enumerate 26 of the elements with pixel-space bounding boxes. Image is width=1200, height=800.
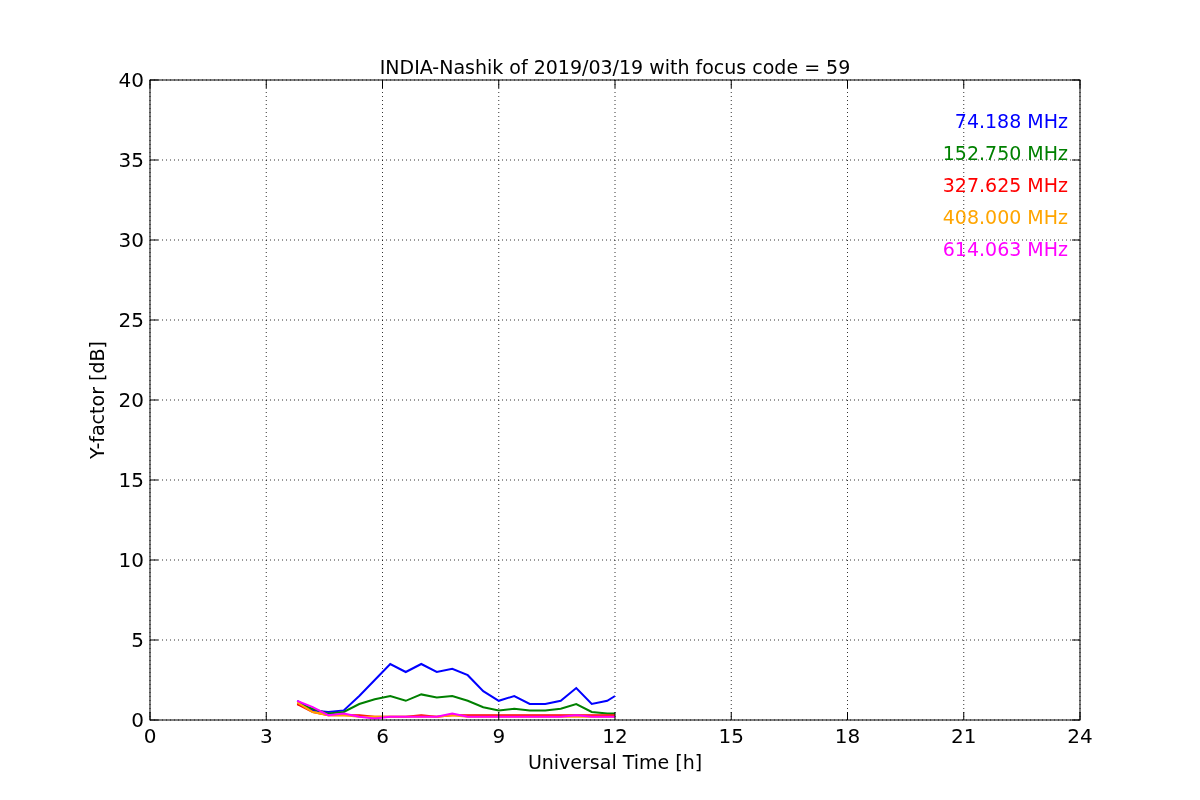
x-tick-label: 12 xyxy=(602,724,628,748)
legend-label: 614.063 MHz xyxy=(942,238,1068,260)
x-tick-label: 6 xyxy=(376,724,389,748)
legend-label: 152.750 MHz xyxy=(942,142,1068,164)
y-tick-label: 25 xyxy=(118,308,144,332)
x-tick-label: 9 xyxy=(492,724,506,748)
legend-label: 327.625 MHz xyxy=(942,174,1068,196)
x-tick-label: 21 xyxy=(951,724,977,748)
y-tick-label: 35 xyxy=(118,148,144,172)
y-tick-label: 5 xyxy=(131,628,144,652)
x-tick-label: 18 xyxy=(834,724,861,748)
legend-label: 408.000 MHz xyxy=(942,206,1068,228)
y-tick-label: 0 xyxy=(131,708,144,732)
legend-label: 74.188 MHz xyxy=(954,110,1068,132)
y-tick-label: 30 xyxy=(118,228,144,252)
y-tick-label: 40 xyxy=(118,68,144,92)
x-tick-label: 3 xyxy=(259,724,273,748)
y-tick-label: 20 xyxy=(118,388,144,412)
y-tick-label: 10 xyxy=(118,548,144,572)
y-axis-label: Y-factor [dB] xyxy=(86,341,108,459)
x-tick-label: 15 xyxy=(718,724,744,748)
x-tick-label: 0 xyxy=(143,724,157,748)
x-tick-label: 24 xyxy=(1067,724,1093,748)
x-axis-label: Universal Time [h] xyxy=(527,751,703,773)
y-tick-label: 15 xyxy=(118,468,144,492)
chart-title: INDIA-Nashik of 2019/03/19 with focus code = 59 xyxy=(379,56,851,78)
